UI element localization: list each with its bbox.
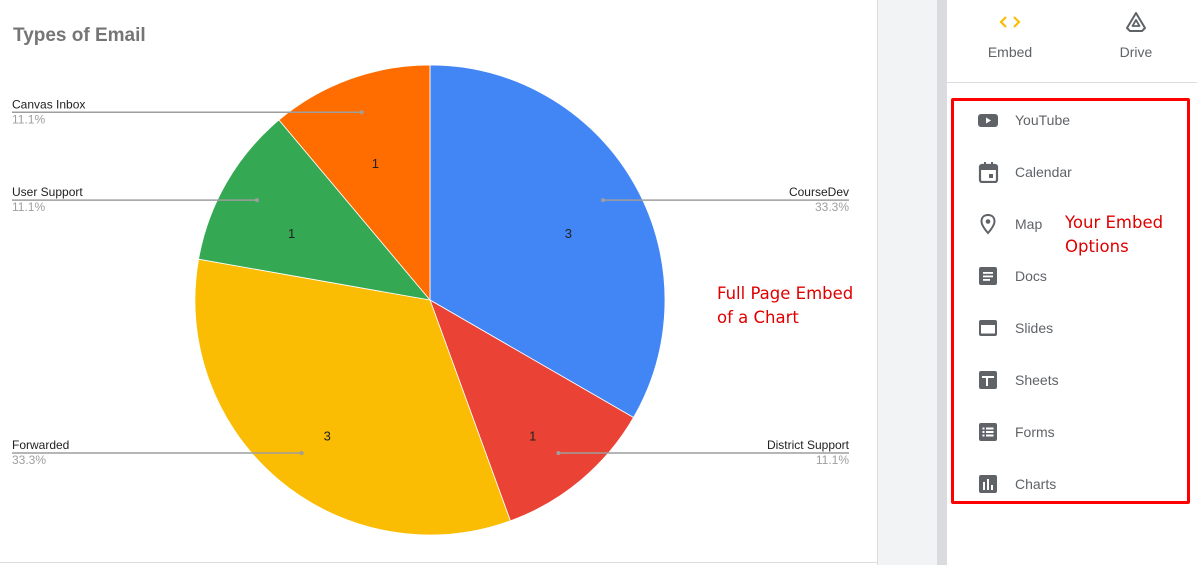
- tab-drive[interactable]: Drive: [1073, 0, 1197, 82]
- embed-options-highlight: YouTube Calendar Map Docs Slides Sheets …: [951, 98, 1190, 504]
- charts-icon: [977, 473, 999, 495]
- option-charts[interactable]: Charts: [954, 473, 1184, 525]
- options-annotation-line2: Options: [1065, 237, 1129, 256]
- option-label: Sheets: [1015, 372, 1059, 388]
- scrollbar-track[interactable]: [937, 0, 946, 565]
- chart-annotation-line2: of a Chart: [717, 308, 799, 327]
- percent-label: 11.1%: [12, 200, 45, 214]
- option-youtube[interactable]: YouTube: [954, 109, 1184, 161]
- pie-value-label: 1: [288, 226, 295, 241]
- leader-dot: [255, 198, 260, 203]
- tab-drive-label: Drive: [1119, 44, 1153, 60]
- category-label: Canvas Inbox: [12, 97, 85, 111]
- leader-dot: [600, 198, 605, 203]
- category-label: User Support: [12, 185, 83, 199]
- drive-icon: [1073, 10, 1197, 34]
- option-sheets[interactable]: Sheets: [954, 369, 1184, 421]
- pie-value-label: 1: [372, 156, 379, 171]
- option-label: YouTube: [1015, 112, 1071, 128]
- percent-label: 11.1%: [12, 112, 45, 126]
- option-slides[interactable]: Slides: [954, 317, 1184, 369]
- code-icon: [947, 10, 1073, 34]
- pie-value-label: 3: [324, 428, 331, 443]
- option-label: Charts: [1015, 476, 1057, 492]
- percent-label: 33.3%: [815, 200, 849, 214]
- slides-icon: [977, 317, 999, 339]
- category-label: CourseDev: [789, 185, 849, 199]
- pie-value-label: 3: [565, 226, 572, 241]
- option-label: Docs: [1015, 268, 1047, 284]
- category-label: District Support: [767, 438, 850, 452]
- option-forms[interactable]: Forms: [954, 421, 1184, 473]
- calendar-icon: [977, 161, 999, 184]
- percent-label: 33.3%: [12, 453, 46, 467]
- category-label: Forwarded: [12, 438, 69, 452]
- insert-panel: Embed Drive YouTube Calendar Map Docs Sl…: [946, 0, 1197, 565]
- youtube-icon: [977, 109, 999, 131]
- map-pin-icon: [977, 213, 999, 235]
- chart-annotation: Full Page Embed of a Chart: [717, 282, 853, 330]
- option-label: Forms: [1015, 424, 1055, 440]
- chart-embed: Types of Email 3 CourseDev 33.3% 1 District …: [0, 0, 877, 565]
- forms-icon: [977, 421, 999, 443]
- option-docs[interactable]: Docs: [954, 265, 1184, 317]
- leader-dot: [359, 110, 364, 115]
- options-annotation: Your Embed Options: [1065, 211, 1163, 259]
- option-label: Slides: [1015, 320, 1054, 336]
- divider: [0, 562, 877, 563]
- leader-dot: [556, 451, 561, 456]
- option-label: Map: [1015, 216, 1043, 232]
- pie-value-label: 1: [529, 428, 536, 443]
- divider: [947, 82, 1197, 83]
- docs-icon: [977, 265, 999, 287]
- tab-embed-label: Embed: [987, 44, 1033, 60]
- leader-dot: [299, 451, 304, 456]
- option-calendar[interactable]: Calendar: [954, 161, 1184, 213]
- tab-embed[interactable]: Embed: [947, 0, 1073, 82]
- options-annotation-line1: Your Embed: [1065, 213, 1164, 232]
- percent-label: 11.1%: [816, 453, 849, 467]
- sheets-icon: [977, 369, 999, 391]
- chart-annotation-line1: Full Page Embed: [717, 284, 854, 303]
- option-label: Calendar: [1015, 164, 1072, 180]
